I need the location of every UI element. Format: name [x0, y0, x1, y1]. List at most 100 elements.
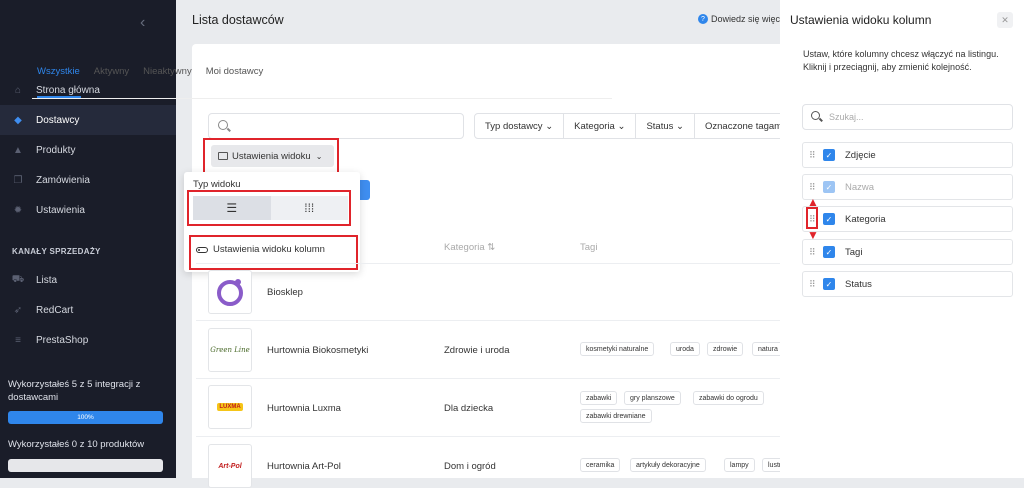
- sidebar-item-label: Zamówienia: [36, 174, 90, 186]
- filter-status[interactable]: Status ⌄: [636, 114, 695, 138]
- biosklep-logo-icon: [217, 279, 243, 306]
- supplier-name[interactable]: Hurtownia Luxma: [267, 403, 341, 414]
- highlight-box-column-settings: [189, 235, 358, 270]
- tabs: Wszystkie Aktywny Nieaktywny Moi dostawc…: [37, 66, 263, 77]
- drag-arrow-down-icon: ▼: [807, 228, 819, 242]
- sidebar-item-channel-list[interactable]: ⛟ Lista: [0, 265, 176, 295]
- column-item-name: ⠿ ✓ Nazwa: [802, 174, 1013, 200]
- sidebar-item-label: Lista: [36, 274, 58, 286]
- panel-search-input[interactable]: Szukaj...: [802, 104, 1013, 130]
- tab-inactive[interactable]: Nieaktywny: [143, 66, 192, 77]
- box-icon: ◆: [14, 114, 22, 126]
- sidebar-item-prestashop[interactable]: ≡ PrestaShop: [0, 325, 176, 355]
- question-icon: ?: [698, 14, 708, 24]
- filter-label: Oznaczone tagami: [705, 120, 785, 132]
- column-item-label: Nazwa: [845, 181, 875, 193]
- sidebar-item-suppliers[interactable]: ◆ Dostawcy: [0, 105, 176, 135]
- column-item-label: Status: [845, 278, 872, 290]
- checkbox[interactable]: ✓: [823, 246, 835, 258]
- integrations-usage-text: Wykorzystałeś 5 z 5 integracji z dostawc…: [8, 379, 141, 403]
- orders-icon: ❐: [13, 174, 23, 186]
- supplier-logo: Art-Pol: [208, 444, 252, 488]
- column-header-tags: Tagi: [580, 242, 598, 253]
- tab-my-suppliers[interactable]: Moi dostawcy: [206, 66, 264, 77]
- supplier-category: Dom i ogród: [444, 461, 496, 472]
- filter-category[interactable]: Kategoria ⌄: [564, 114, 637, 138]
- column-item-photo[interactable]: ⠿ ✓ Zdjęcie: [802, 142, 1013, 168]
- panel-description-line: Kliknij i przeciągnij, aby zmienić kolej…: [803, 62, 972, 72]
- sidebar-item-label: PrestaShop: [36, 334, 89, 346]
- highlight-box-view-type: [187, 190, 351, 226]
- drag-handle-icon[interactable]: ⠿: [809, 247, 821, 258]
- supplier-logo: Green Line: [208, 328, 252, 372]
- close-icon[interactable]: ✕: [997, 12, 1013, 28]
- page-title: Lista dostawców: [192, 13, 284, 27]
- column-header-label: Kategoria: [444, 242, 485, 253]
- cart-icon: ⛟: [11, 273, 25, 285]
- tag: gry planszowe: [624, 391, 681, 405]
- column-item-label: Kategoria: [845, 213, 886, 225]
- column-item-label: Zdjęcie: [845, 149, 876, 161]
- integrations-progress-fill: 100%: [8, 411, 163, 424]
- checkbox: ✓: [823, 181, 835, 193]
- tag: zabawki drewniane: [580, 409, 652, 423]
- help-link[interactable]: ? Dowiedz się więcej: [698, 14, 780, 24]
- tab-all[interactable]: Wszystkie: [37, 66, 80, 77]
- filter-label: Status: [646, 120, 674, 132]
- tabs-divider: [32, 98, 612, 99]
- search-placeholder: Szukaj...: [829, 112, 864, 122]
- tag: kosmetyki naturalne: [580, 342, 655, 356]
- supplier-name[interactable]: Hurtownia Biokosmetyki: [267, 345, 368, 356]
- search-icon: [218, 120, 228, 130]
- column-item-category[interactable]: ⠿ ✓ Kategoria: [802, 206, 1013, 232]
- filters-bar: Typ dostawcy ⌄ Kategoria ⌄ Status ⌄ Ozna…: [474, 113, 797, 139]
- column-header-category[interactable]: Kategoria ⇅: [444, 242, 495, 253]
- column-item-status[interactable]: ⠿ ✓ Status: [802, 271, 1013, 297]
- sidebar-item-label: RedCart: [36, 304, 74, 316]
- row-divider: [196, 263, 780, 264]
- filter-label: Typ dostawcy: [485, 120, 543, 132]
- sidebar-item-label: Dostawcy: [36, 114, 80, 126]
- gear-icon: ✹: [13, 204, 23, 216]
- redcart-icon: ➶: [13, 304, 23, 316]
- supplier-category: Dla dziecka: [444, 403, 494, 414]
- checkbox[interactable]: ✓: [823, 278, 835, 290]
- highlight-box-view-settings: [203, 138, 339, 174]
- integrations-progress-bar: 100%: [8, 411, 163, 424]
- view-type-label: Typ widoku: [193, 179, 241, 190]
- sidebar-item-orders[interactable]: ❐ Zamówienia: [0, 165, 176, 195]
- drag-handle-icon: ⠿: [809, 181, 816, 192]
- panel-description: Ustaw, które kolumny chcesz włączyć na l…: [803, 48, 1003, 74]
- supplier-logo-text: Green Line: [210, 346, 250, 354]
- sales-channels-heading: KANAŁY SPRZEDAŻY: [12, 247, 101, 256]
- active-tab-indicator: [37, 96, 81, 98]
- products-usage-text: Wykorzystałeś 0 z 10 produktów: [8, 439, 145, 450]
- supplier-name[interactable]: Hurtownia Art-Pol: [267, 461, 341, 472]
- home-icon: ⌂: [14, 84, 22, 96]
- sidebar-item-label: Ustawienia: [36, 204, 85, 216]
- row-divider: [196, 436, 780, 437]
- checkbox[interactable]: ✓: [823, 149, 835, 161]
- tag: zabawki: [580, 391, 618, 405]
- sidebar-item-home[interactable]: ⌂ Strona główna: [0, 75, 176, 105]
- tag: uroda: [670, 342, 700, 356]
- sidebar-item-label: Strona główna: [36, 84, 100, 96]
- tag: zdrowie: [707, 342, 744, 356]
- column-item-tags[interactable]: ⠿ ✓ Tagi: [802, 239, 1013, 265]
- filter-supplier-type[interactable]: Typ dostawcy ⌄: [475, 114, 565, 138]
- supplier-logo-text: Art-Pol: [218, 462, 242, 470]
- supplier-logo: [208, 270, 252, 314]
- supplier-category: Zdrowie i uroda: [444, 345, 510, 356]
- tab-active[interactable]: Aktywny: [94, 66, 129, 77]
- sidebar-item-redcart[interactable]: ➶ RedCart: [0, 295, 176, 325]
- drag-handle-icon[interactable]: ⠿: [809, 150, 821, 161]
- supplier-name[interactable]: Biosklep: [267, 287, 303, 298]
- panel-description-line: Ustaw, które kolumny chcesz włączyć na l…: [803, 49, 999, 59]
- search-input[interactable]: [208, 113, 464, 139]
- sidebar-item-settings[interactable]: ✹ Ustawienia: [0, 195, 176, 225]
- drag-handle-icon[interactable]: ⠿: [809, 279, 821, 290]
- drag-arrow-up-icon: ▲: [807, 195, 819, 209]
- checkbox[interactable]: ✓: [823, 213, 835, 225]
- collapse-sidebar-icon[interactable]: ‹: [140, 14, 145, 32]
- sidebar-item-products[interactable]: ▲ Produkty: [0, 135, 176, 165]
